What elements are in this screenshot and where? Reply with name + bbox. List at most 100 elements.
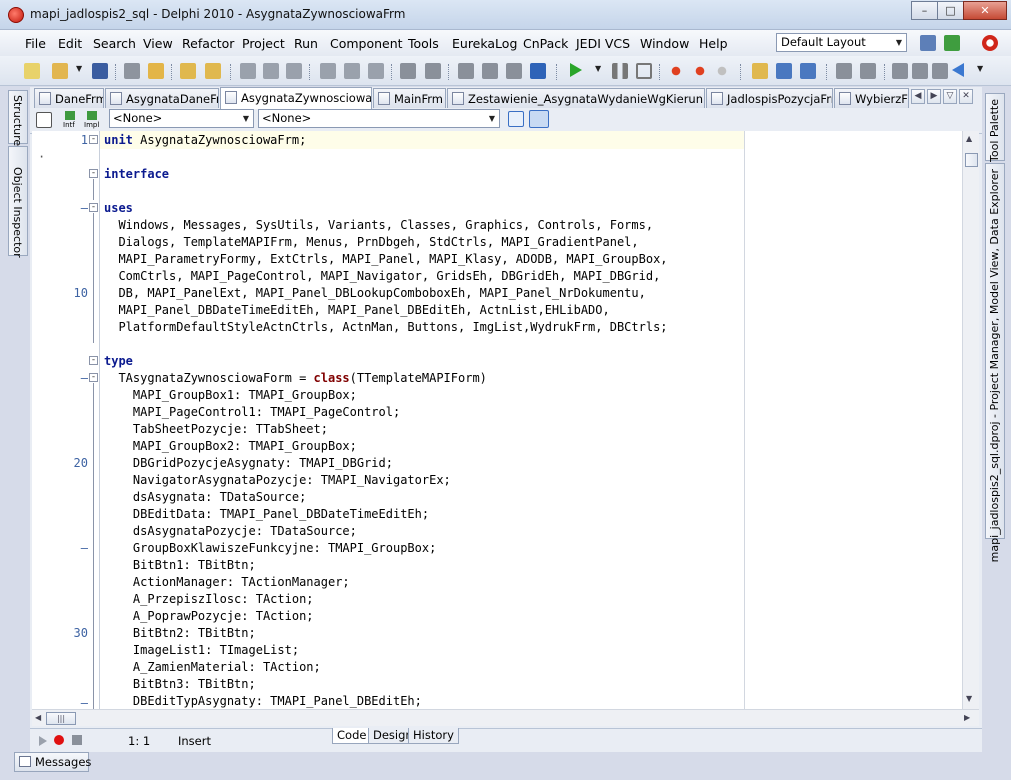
toolbar-extra-2-icon[interactable] [912, 63, 928, 79]
chevron-down-icon[interactable]: ▼ [595, 64, 601, 73]
size-icon[interactable] [506, 63, 522, 79]
close-button[interactable]: ✕ [963, 1, 1007, 20]
run-icon[interactable] [570, 63, 582, 77]
menu-eurekalog[interactable]: EurekaLog [452, 36, 517, 51]
structure-panel-tab[interactable]: Structure [8, 90, 28, 146]
toggle-form-unit-icon[interactable] [800, 63, 816, 79]
fold-collapse-icon[interactable]: - [89, 203, 98, 212]
menu-component[interactable]: Component [330, 36, 403, 51]
space-vertical-icon[interactable] [425, 63, 441, 79]
align-center-icon[interactable] [263, 63, 279, 79]
tab-list-icon[interactable]: ▽ [943, 89, 957, 104]
tab-wybierzfrm[interactable]: WybierzFrm [834, 88, 909, 108]
tab-danefrm[interactable]: DaneFrm [34, 88, 104, 108]
chevron-down-icon[interactable]: ▼ [76, 64, 82, 73]
vertical-scrollbar[interactable]: ▲ ▼ [962, 131, 979, 709]
tab-jadlospispozycjafrm[interactable]: JadlospisPozycjaFrm [706, 88, 833, 108]
align-middle-icon[interactable] [344, 63, 360, 79]
tool-palette-panel-tab[interactable]: Tool Palette [985, 93, 1005, 162]
tab-asygnatadanefrm[interactable]: AsygnataDaneFrm [105, 88, 219, 108]
menu-cnpack[interactable]: CnPack [523, 36, 568, 51]
play-macro-icon[interactable] [39, 736, 47, 746]
stop-macro-icon[interactable] [72, 735, 82, 745]
back-arrow-icon[interactable] [952, 63, 964, 77]
horizontal-scroll-thumb[interactable]: ||| [46, 712, 76, 725]
scroll-left-icon[interactable]: ◀ [35, 713, 41, 722]
run-to-cursor-icon[interactable] [714, 63, 730, 79]
layout-combo[interactable]: Default Layout ▼ [776, 33, 907, 52]
fold-collapse-icon[interactable]: - [89, 373, 98, 382]
component-2-icon[interactable] [860, 63, 876, 79]
lock-controls-icon[interactable] [530, 63, 546, 79]
menu-window[interactable]: Window [640, 36, 689, 51]
impl-icon[interactable]: Impl [84, 111, 102, 130]
help-lifebuoy-icon[interactable] [982, 35, 998, 51]
remove-file-icon[interactable] [205, 63, 221, 79]
horizontal-scrollbar[interactable]: ◀ ||| ▶ [32, 709, 979, 726]
method-combo[interactable]: <None> ▼ [258, 109, 500, 128]
send-back-icon[interactable] [482, 63, 498, 79]
messages-button[interactable]: Messages [14, 752, 91, 772]
step-over-icon[interactable] [692, 63, 708, 79]
save-desktop-icon[interactable] [920, 35, 936, 51]
view-unit-icon[interactable] [752, 63, 768, 79]
menu-tools[interactable]: Tools [408, 36, 439, 51]
component-icon[interactable] [836, 63, 852, 79]
space-horizontal-icon[interactable] [400, 63, 416, 79]
menu-view[interactable]: View [143, 36, 173, 51]
save-icon[interactable] [92, 63, 108, 79]
fold-collapse-icon[interactable]: - [89, 169, 98, 178]
menu-run[interactable]: Run [294, 36, 318, 51]
tab-code[interactable]: Code [332, 728, 372, 744]
menu-search[interactable]: Search [93, 36, 136, 51]
tab-mainfrm[interactable]: MainFrm [373, 88, 446, 108]
tab-scroll-right-icon[interactable]: ▶ [927, 89, 941, 104]
trace-into-icon[interactable] [668, 63, 684, 79]
open-project-icon[interactable] [148, 63, 164, 79]
record-macro-icon[interactable] [54, 735, 64, 745]
tab-scroll-left-icon[interactable]: ◀ [911, 89, 925, 104]
fold-collapse-icon[interactable]: - [89, 135, 98, 144]
toolbar-extra-icon[interactable] [892, 63, 908, 79]
maximize-button[interactable]: □ [937, 1, 964, 20]
program-reset-icon[interactable] [636, 63, 652, 79]
vertical-scroll-thumb[interactable] [965, 153, 978, 167]
align-bottom-icon[interactable] [368, 63, 384, 79]
menu-help[interactable]: Help [699, 36, 728, 51]
bring-front-icon[interactable] [458, 63, 474, 79]
scroll-right-icon[interactable]: ▶ [964, 713, 970, 722]
menu-refactor[interactable]: Refactor [182, 36, 234, 51]
object-inspector-panel-tab[interactable]: Object Inspector [8, 146, 28, 258]
set-debug-desktop-icon[interactable] [944, 35, 960, 51]
tab-zestawienie-asygnatawydaniewgkierunkowfrm[interactable]: Zestawienie_AsygnataWydanieWgKierunkowFr… [447, 88, 705, 108]
code-editor[interactable]: 1 – 10 – 20 – 30 – · - - - - - unit Asyg… [32, 131, 979, 709]
align-right-icon[interactable] [286, 63, 302, 79]
new-items-icon[interactable] [24, 63, 40, 79]
toolbar-extra-3-icon[interactable] [932, 63, 948, 79]
class-combo[interactable]: <None> ▼ [109, 109, 254, 128]
toggle-code-icon[interactable] [36, 112, 52, 128]
menu-jedi-vcs[interactable]: JEDI VCS [576, 36, 630, 51]
tab-asygnatazywnosciowafrm[interactable]: AsygnataZywnosciowaFrm [220, 87, 372, 109]
add-file-icon[interactable] [180, 63, 196, 79]
declaration-view-icon[interactable] [508, 111, 524, 127]
close-tab-icon[interactable]: ✕ [959, 89, 973, 104]
pause-icon[interactable] [612, 63, 628, 79]
fold-collapse-icon[interactable]: - [89, 356, 98, 365]
save-all-icon[interactable] [124, 63, 140, 79]
minimize-button[interactable]: – [911, 1, 938, 20]
align-left-icon[interactable] [240, 63, 256, 79]
menu-file[interactable]: File [25, 36, 46, 51]
intf-icon[interactable]: Intf [62, 111, 80, 130]
project-manager-panel-tab[interactable]: mapi_jadlospis2_sql.dproj - Project Mana… [985, 163, 1005, 562]
menu-edit[interactable]: Edit [58, 36, 82, 51]
scroll-down-icon[interactable]: ▼ [966, 694, 972, 703]
menu-project[interactable]: Project [242, 36, 285, 51]
chevron-down-icon[interactable]: ▼ [977, 64, 983, 73]
implementation-view-icon[interactable] [529, 110, 549, 128]
align-top-icon[interactable] [320, 63, 336, 79]
scroll-up-icon[interactable]: ▲ [966, 134, 972, 143]
tab-history[interactable]: History [408, 728, 459, 744]
open-icon[interactable] [52, 63, 68, 79]
view-form-icon[interactable] [776, 63, 792, 79]
